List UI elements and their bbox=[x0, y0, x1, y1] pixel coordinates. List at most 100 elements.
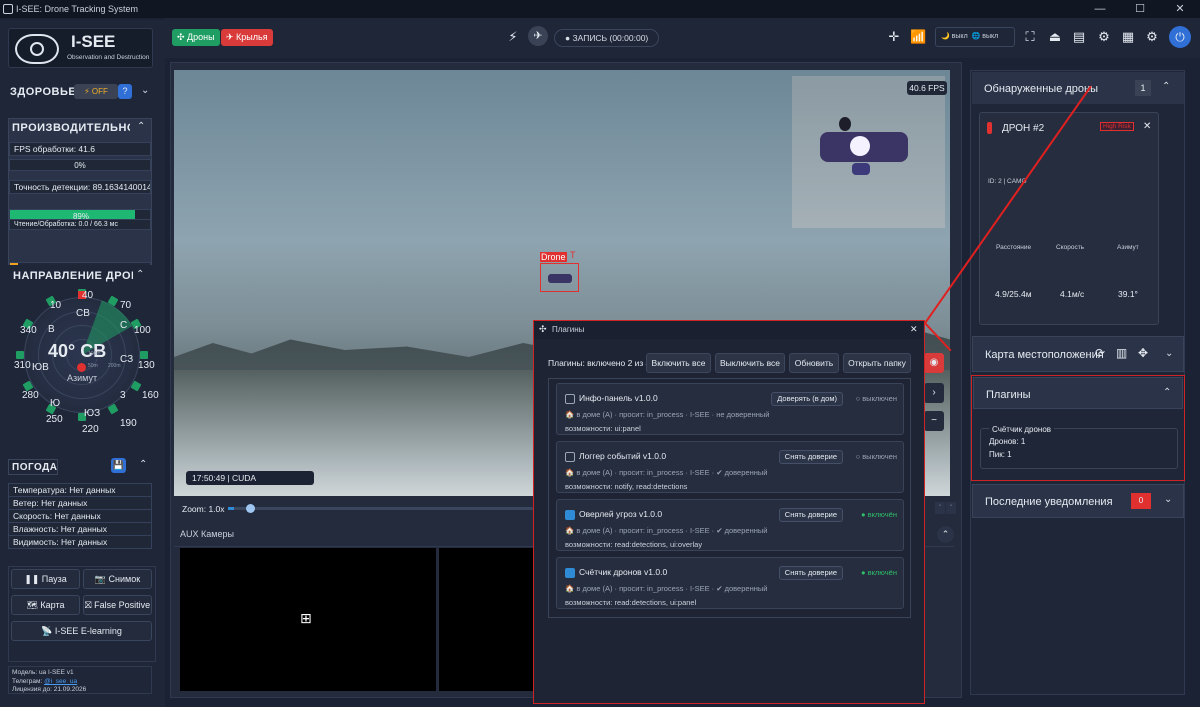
chevron-down-icon[interactable]: ⌄ bbox=[1164, 494, 1172, 505]
map-icon[interactable]: ▥ bbox=[1116, 346, 1127, 360]
flag-icon: ⛝ bbox=[84, 600, 95, 610]
chevron-up-icon[interactable]: ⌃ bbox=[137, 121, 145, 132]
notifications-header: Последние уведомления 0 ⌄ bbox=[972, 484, 1184, 518]
dialog-close-icon[interactable]: ✕ bbox=[910, 324, 918, 335]
plugin-state: ○ выключен bbox=[855, 452, 897, 461]
antenna-icon: 📡 bbox=[41, 626, 55, 636]
settings-icon[interactable]: ⚙ bbox=[1144, 29, 1160, 45]
drone-card[interactable]: ДРОН #2 High Risk ✕ ID: 2 | CAMO Расстоя… bbox=[979, 112, 1159, 325]
range-label: 50m bbox=[88, 363, 98, 369]
chevron-down-icon[interactable]: ⌄ bbox=[141, 85, 149, 96]
peak-count: Пик: 1 bbox=[989, 450, 1012, 459]
telegram-link[interactable]: @i_see_ua bbox=[44, 678, 77, 685]
power-icon[interactable]: ⏻ bbox=[1169, 26, 1191, 48]
maximize-button[interactable]: ☐ bbox=[1120, 0, 1160, 18]
val-speed: 4.1м/с bbox=[1060, 289, 1085, 299]
plugin-name: Оверлей угроз v1.0.0 bbox=[579, 509, 663, 519]
pause-button[interactable]: ❚❚ Пауза bbox=[11, 569, 80, 589]
bbox-overlay-text: T bbox=[570, 250, 576, 260]
target-plane-icon[interactable]: ✈ bbox=[528, 26, 548, 46]
zoom-btn[interactable]: · bbox=[935, 502, 945, 514]
signal-icon[interactable]: 📶 bbox=[910, 29, 926, 45]
add-camera-icon[interactable]: ⊞ bbox=[300, 610, 312, 627]
close-icon[interactable]: ✕ bbox=[1143, 121, 1151, 132]
trust-button[interactable]: Снять доверие bbox=[778, 566, 843, 580]
plugins-grid-icon[interactable]: ▦ bbox=[1120, 29, 1136, 45]
weather-save-icon[interactable]: 💾 bbox=[111, 458, 126, 473]
camera-icon: 📷 bbox=[94, 574, 109, 584]
eye-red-icon[interactable]: ◉ bbox=[924, 353, 944, 373]
health-toggle[interactable]: ⚡ OFF bbox=[74, 84, 118, 99]
fps-row: FPS обработки: 41.6 bbox=[9, 142, 151, 156]
plugin-card[interactable]: Счётчик дронов v1.0.0 Снять доверие ● вклю… bbox=[556, 557, 904, 609]
aux-camera-1[interactable]: ⊞ bbox=[180, 548, 436, 691]
aux-label: AUX Камеры bbox=[180, 529, 234, 539]
weather-row: Температура: Нет данных bbox=[8, 483, 152, 497]
trust-button[interactable]: Доверять (в дом) bbox=[771, 392, 843, 406]
accuracy-row: Точность детекции: 89.16341400146484 bbox=[9, 180, 151, 194]
zoom-btn[interactable]: · bbox=[946, 502, 956, 514]
plugin-checkbox[interactable] bbox=[565, 510, 575, 520]
minimize-button[interactable]: — bbox=[1080, 0, 1120, 18]
close-window-button[interactable]: ✕ bbox=[1160, 0, 1200, 18]
help-button[interactable]: ? bbox=[118, 84, 132, 99]
map-button[interactable]: 🗺 Карта bbox=[11, 595, 80, 615]
chevron-down-icon[interactable]: ⌄ bbox=[1165, 348, 1173, 359]
wings-tab[interactable]: ✈ Крылья bbox=[221, 29, 273, 46]
compass-label: Ю bbox=[50, 398, 61, 409]
aux-camera-2[interactable] bbox=[439, 548, 535, 691]
record-button[interactable]: ● ЗАПИСЬ (00:00:00) bbox=[554, 29, 660, 47]
eject-icon[interactable]: ⏏ bbox=[1047, 29, 1063, 45]
location-title: Карта местоположения bbox=[985, 349, 1104, 361]
col-azimuth: Азимут bbox=[1117, 244, 1139, 251]
face-scan-icon[interactable]: ⛶ bbox=[1022, 29, 1038, 45]
plugin-card[interactable]: Логгер событий v1.0.0 Снять доверие ○ выкл… bbox=[556, 441, 904, 493]
plugin-checkbox[interactable] bbox=[565, 394, 575, 404]
zoom-inset bbox=[792, 76, 945, 228]
snapshot-button[interactable]: 📷 Снимок bbox=[83, 569, 152, 589]
compass-label: 250 bbox=[46, 414, 63, 425]
refresh-icon[interactable]: ⟳ bbox=[1095, 346, 1105, 360]
chevron-up-icon[interactable]: ⌃ bbox=[136, 269, 144, 280]
zoom-slider[interactable] bbox=[228, 504, 533, 513]
chevron-up-icon[interactable]: ⌃ bbox=[139, 459, 147, 470]
plugin-caps: возможности: notify, read:detections bbox=[565, 482, 688, 491]
toggle-2[interactable]: 🌐 выкл bbox=[972, 33, 999, 40]
detection-box[interactable] bbox=[540, 263, 579, 292]
compass-label: В bbox=[48, 324, 55, 335]
toggle-1[interactable]: 🌙 выкл bbox=[941, 33, 968, 40]
sd-card-icon[interactable]: ▤ bbox=[1071, 29, 1087, 45]
compass-label: 3 bbox=[120, 390, 126, 401]
chevron-up-icon[interactable]: ⌃ bbox=[937, 526, 954, 543]
gear-scan-icon[interactable]: ⚙ bbox=[1096, 29, 1112, 45]
move-icon[interactable]: ✥ bbox=[1138, 346, 1148, 360]
compass-label: 220 bbox=[82, 424, 99, 435]
refresh-button[interactable]: Обновить bbox=[789, 353, 839, 373]
chevron-right-icon[interactable]: › bbox=[924, 383, 944, 403]
plugin-card[interactable]: Инфо-панель v1.0.0 Доверять (в дом) ○ выкл… bbox=[556, 383, 904, 435]
toggles-group: 🌙 выкл 🌐 выкл bbox=[935, 27, 1015, 47]
disable-all-button[interactable]: Выключить все bbox=[715, 353, 785, 373]
telegram-label: Телеграм: bbox=[12, 677, 43, 685]
plugin-checkbox[interactable] bbox=[565, 568, 575, 578]
enable-all-button[interactable]: Включить все bbox=[646, 353, 711, 373]
chevron-up-icon[interactable]: ⌃ bbox=[1163, 387, 1171, 398]
plugin-card[interactable]: Оверлей угроз v1.0.0 Снять доверие ● включ… bbox=[556, 499, 904, 551]
plugin-checkbox[interactable] bbox=[565, 452, 575, 462]
minus-icon[interactable]: − bbox=[924, 411, 944, 431]
crosshair-icon[interactable]: ✛ bbox=[886, 29, 902, 45]
drones-tab[interactable]: ✣ Дроны bbox=[172, 29, 220, 46]
open-folder-button[interactable]: Открыть папку bbox=[843, 353, 911, 373]
dialog-title: Плагины bbox=[552, 325, 585, 334]
plugins-header: Плагины ⌃ bbox=[973, 377, 1183, 409]
top-toolbar: ✣ Дроны ✈ Крылья ⚡ ✈ ● ЗАПИСЬ (00:00:00)… bbox=[165, 18, 1200, 58]
false-positive-button[interactable]: ⛝ False Positive bbox=[83, 595, 152, 615]
notifications-title: Последние уведомления bbox=[985, 496, 1113, 508]
lightning-icon[interactable]: ⚡ bbox=[505, 29, 521, 45]
widget-title: Счётчик дронов bbox=[989, 423, 1055, 436]
trust-button[interactable]: Снять доверие bbox=[778, 450, 843, 464]
elearning-button[interactable]: 📡 I-SEE E-learning bbox=[11, 621, 152, 641]
trust-button[interactable]: Снять доверие bbox=[778, 508, 843, 522]
chevron-up-icon[interactable]: ⌃ bbox=[1162, 81, 1170, 92]
compass-label: 40 bbox=[82, 290, 94, 301]
